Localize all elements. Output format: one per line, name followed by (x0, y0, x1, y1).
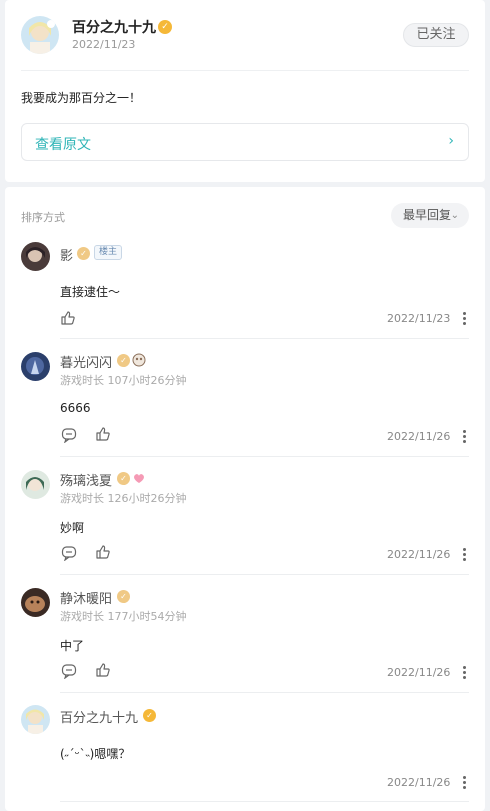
divider (60, 338, 469, 339)
comment-text: 中了 (60, 639, 85, 653)
comment-text: 6666 (60, 401, 91, 415)
reply-icon[interactable] (61, 545, 77, 562)
comment-text: 妙啊 (60, 521, 85, 535)
reply-icon[interactable] (61, 427, 77, 444)
comment-item: 百分之九十九 ✓ (˶ˊᵕˋ˵)嗯嘿？ 2022/11/26 (5, 705, 485, 811)
level-badge-icon: ✓ (117, 472, 130, 485)
playtime: 游戏时长 107小时26分钟 (60, 374, 187, 387)
sort-dropdown[interactable]: 最早回复 ⌄ (391, 203, 469, 228)
divider (60, 574, 469, 575)
commenter-avatar[interactable] (21, 352, 50, 381)
commenter-name[interactable]: 影 (60, 245, 73, 264)
level-badge-icon: ✓ (77, 247, 90, 260)
comment-text: (˶ˊᵕˋ˵)嗯嘿？ (60, 747, 131, 761)
like-icon[interactable] (60, 310, 76, 326)
like-icon[interactable] (95, 426, 111, 442)
chevron-right-icon: › (448, 133, 454, 149)
author-name[interactable]: 百分之九十九 (72, 17, 156, 37)
more-options-icon[interactable] (463, 776, 467, 791)
comment-date: 2022/11/26 (387, 666, 451, 679)
commenter-avatar[interactable] (21, 705, 50, 734)
view-original-button[interactable]: 查看原文 › (21, 123, 469, 161)
comment-item: 殇璃浅夏 ✓ 游戏时长 126小时26分钟 妙啊 2022/11/26 (5, 470, 485, 588)
like-icon[interactable] (95, 544, 111, 560)
post-card: 百分之九十九 ✓ 2022/11/23 已关注 我要成为那百分之一！ 查看原文 … (5, 0, 485, 182)
commenter-name[interactable]: 百分之九十九 (60, 707, 138, 726)
sort-label: 排序方式 (21, 211, 65, 224)
more-options-icon[interactable] (463, 430, 467, 445)
commenter-avatar[interactable] (21, 242, 50, 271)
reply-icon[interactable] (61, 663, 77, 680)
more-options-icon[interactable] (463, 548, 467, 563)
follow-button[interactable]: 已关注 (403, 23, 469, 47)
comment-item: 静沐暖阳 ✓ 游戏时长 177小时54分钟 中了 2022/11/26 (5, 588, 485, 706)
post-text: 我要成为那百分之一！ (21, 91, 142, 105)
divider (60, 692, 469, 693)
medal-icon (132, 353, 146, 367)
post-date: 2022/11/23 (72, 38, 136, 51)
commenter-name[interactable]: 暮光闪闪 (60, 352, 112, 371)
op-tag: 楼主 (94, 245, 123, 260)
like-icon[interactable] (95, 662, 111, 678)
level-badge-icon: ✓ (117, 354, 130, 367)
divider (60, 801, 469, 802)
comment-date: 2022/11/26 (387, 548, 451, 561)
commenter-name[interactable]: 静沐暖阳 (60, 588, 112, 607)
author-avatar[interactable] (21, 16, 59, 54)
more-options-icon[interactable] (463, 666, 467, 681)
level-badge-icon: ✓ (117, 590, 130, 603)
comment-text: 直接逮住～ (60, 285, 121, 299)
comment-date: 2022/11/26 (387, 776, 451, 789)
comment-date: 2022/11/26 (387, 430, 451, 443)
level-badge-icon: ✓ (143, 709, 156, 722)
commenter-name[interactable]: 殇璃浅夏 (60, 470, 112, 489)
comment-item: 影 ✓ 楼主 直接逮住～ 2022/11/23 (5, 240, 485, 340)
chevron-down-icon: ⌄ (450, 210, 459, 221)
divider (21, 70, 469, 71)
view-original-label: 查看原文 (35, 137, 91, 153)
playtime: 游戏时长 177小时54分钟 (60, 610, 187, 623)
comments-card: 排序方式 最早回复 ⌄ 影 ✓ 楼主 直接逮住～ 2022/11/23 暮光闪闪… (5, 187, 485, 811)
comment-date: 2022/11/23 (387, 312, 451, 325)
playtime: 游戏时长 126小时26分钟 (60, 492, 187, 505)
divider (60, 456, 469, 457)
commenter-avatar[interactable] (21, 470, 50, 499)
verified-badge-icon: ✓ (158, 20, 172, 34)
sort-value: 最早回复 (403, 208, 452, 222)
commenter-avatar[interactable] (21, 588, 50, 617)
medal-icon (132, 471, 146, 485)
more-options-icon[interactable] (463, 312, 467, 327)
comment-item: 暮光闪闪 ✓ 游戏时长 107小时26分钟 6666 2022/11/26 (5, 352, 485, 470)
